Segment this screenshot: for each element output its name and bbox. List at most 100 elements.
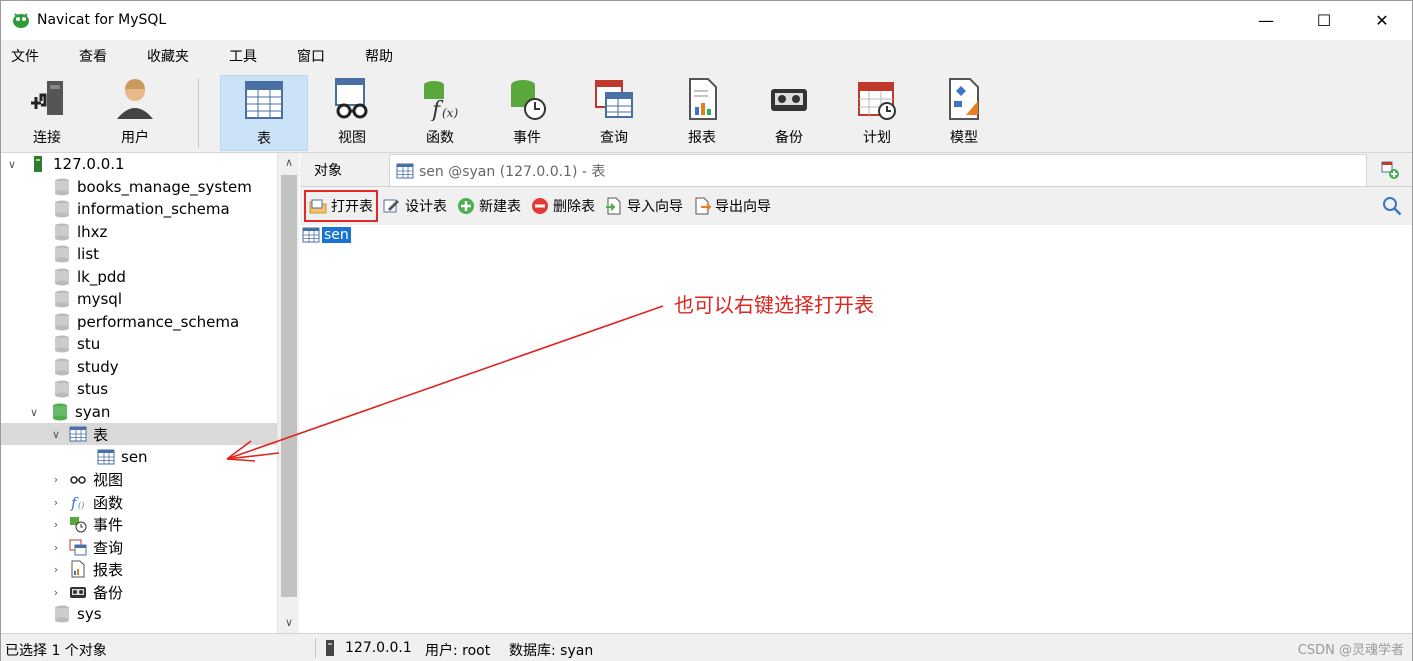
menu-help[interactable]: 帮助 [355, 46, 403, 66]
user-button[interactable]: 用户 [91, 75, 179, 151]
database-open-icon [53, 403, 67, 421]
import-wizard-label: 导入向导 [627, 199, 683, 215]
close-button[interactable]: ✕ [1353, 1, 1411, 39]
view-button[interactable]: 视图 [308, 75, 396, 151]
connect-button[interactable]: 连接 [3, 75, 91, 151]
server-icon [326, 640, 334, 656]
tab-doc-title: sen @syan (127.0.0.1) - 表 [419, 163, 606, 180]
search-icon[interactable] [1382, 196, 1402, 216]
object-item-sen[interactable]: sen [302, 225, 351, 245]
object-list-area[interactable]: sen [300, 225, 1412, 633]
tree-functions-node[interactable]: › f() 函数 [49, 491, 123, 513]
annotation-text: 也可以右键选择打开表 [674, 293, 874, 317]
tree-reports-node[interactable]: › 报表 [49, 558, 123, 580]
tree-table-sen[interactable]: sen [97, 446, 148, 468]
table-button[interactable]: 表 [220, 75, 308, 151]
minimize-button[interactable]: — [1237, 1, 1295, 39]
app-window: Navicat for MySQL — ☐ ✕ 文件 查看 收藏夹 工具 窗口 … [0, 0, 1413, 661]
title-bar: Navicat for MySQL — ☐ ✕ [1, 1, 1412, 39]
tree-db-mysql[interactable]: mysql [53, 288, 122, 310]
tree-db-study[interactable]: study [53, 356, 119, 378]
tree-db-stus[interactable]: stus [53, 378, 108, 400]
database-icon [55, 245, 69, 263]
model-button[interactable]: 模型 [920, 75, 1008, 151]
query-button[interactable]: 查询 [570, 75, 658, 151]
expand-chevron-icon[interactable]: › [49, 541, 63, 554]
menu-file[interactable]: 文件 [1, 46, 49, 66]
tree-table-label: sen [121, 448, 148, 466]
view-glasses-icon [335, 78, 368, 119]
import-wizard-button[interactable]: 导入向导 [602, 192, 686, 220]
expand-chevron-icon[interactable]: › [49, 518, 63, 531]
export-wizard-button[interactable]: 导出向导 [690, 192, 774, 220]
design-table-button[interactable]: 设计表 [380, 192, 450, 220]
tree-db-lk-pdd[interactable]: lk_pdd [53, 266, 126, 288]
schedule-calendar-icon [858, 82, 896, 120]
new-tab-button[interactable] [1368, 154, 1412, 186]
expand-chevron-icon[interactable]: › [49, 496, 63, 509]
expand-chevron-icon[interactable]: ∨ [27, 406, 41, 419]
tree-db-sys[interactable]: sys [53, 603, 102, 625]
tree-db-lhxz[interactable]: lhxz [53, 221, 107, 243]
status-separator [315, 638, 316, 658]
backup-tape-icon [70, 587, 86, 598]
tree-db-label: study [77, 358, 119, 376]
navigation-tree: ∨ 127.0.0.1 books_manage_system informat… [1, 153, 277, 633]
scroll-thumb[interactable] [281, 175, 297, 597]
tree-events-node[interactable]: › 事件 [49, 513, 123, 535]
tree-views-node[interactable]: › 视图 [49, 468, 123, 490]
tree-db-stu[interactable]: stu [53, 333, 100, 355]
expand-chevron-icon[interactable]: › [49, 563, 63, 576]
menu-window[interactable]: 窗口 [287, 46, 335, 66]
delete-table-button[interactable]: 删除表 [528, 192, 598, 220]
function-button[interactable]: f (x) 函数 [396, 75, 484, 151]
tree-functions-label: 函数 [93, 493, 124, 512]
tree-queries-label: 查询 [93, 538, 124, 557]
tree-backups-node[interactable]: › 备份 [49, 581, 123, 603]
backup-button[interactable]: 备份 [745, 75, 833, 151]
tree-queries-node[interactable]: › 查询 [49, 536, 123, 558]
scroll-down-icon[interactable]: ∨ [278, 613, 300, 633]
scroll-up-icon[interactable]: ∧ [278, 153, 300, 173]
table-icon [302, 227, 320, 243]
tree-tables-node[interactable]: ∨ 表 [1, 423, 277, 445]
expand-chevron-icon[interactable]: ∨ [49, 428, 63, 441]
table-icon [97, 449, 115, 465]
maximize-button[interactable]: ☐ [1295, 1, 1353, 39]
new-table-button[interactable]: 新建表 [454, 192, 524, 220]
tree-db-label: information_schema [77, 200, 230, 218]
expand-chevron-icon[interactable]: › [49, 586, 63, 599]
expand-chevron-icon[interactable]: ∨ [5, 158, 19, 171]
tree-db-performance-schema[interactable]: performance_schema [53, 311, 239, 333]
open-folder-icon [309, 199, 327, 214]
tree-db-syan[interactable]: ∨ syan [27, 401, 110, 423]
menu-favorites[interactable]: 收藏夹 [137, 46, 199, 66]
tree-connection[interactable]: ∨ 127.0.0.1 [5, 153, 125, 175]
tree-tables-label: 表 [93, 425, 109, 444]
event-button[interactable]: 事件 [483, 75, 571, 151]
connection-plug-icon [31, 81, 63, 115]
tree-db-label: syan [75, 403, 111, 421]
schedule-button[interactable]: 计划 [833, 75, 921, 151]
object-toolbar: 打开表 设计表 新建表 删除表 导入向导 导出向导 [300, 187, 1412, 225]
tree-scrollbar[interactable]: ∧ ∨ [277, 153, 299, 633]
tree-db-books-manage-system[interactable]: books_manage_system [53, 176, 252, 198]
expand-chevron-icon[interactable]: › [49, 473, 63, 486]
new-table-label: 新建表 [479, 199, 521, 215]
database-icon [55, 223, 69, 241]
open-table-button[interactable]: 打开表 [304, 190, 378, 222]
menu-view[interactable]: 查看 [69, 46, 117, 66]
tree-reports-label: 报表 [93, 560, 124, 579]
main-toolbar: 连接 用户 表 视图 f (x) 函数 事件 查询 报表 备份 计划 模型 [1, 72, 1412, 153]
event-clock-icon [70, 517, 87, 533]
tree-db-list[interactable]: list [53, 243, 99, 265]
tab-objects[interactable]: 对象 [314, 160, 342, 180]
tab-table-document[interactable]: sen @syan (127.0.0.1) - 表 [389, 154, 1367, 186]
view-glasses-icon [70, 476, 86, 484]
view-label: 视图 [338, 130, 366, 146]
table-icon [396, 163, 414, 178]
tree-db-information-schema[interactable]: information_schema [53, 198, 230, 220]
status-host: 127.0.0.1 [345, 640, 412, 656]
menu-tools[interactable]: 工具 [219, 46, 267, 66]
report-button[interactable]: 报表 [658, 75, 746, 151]
